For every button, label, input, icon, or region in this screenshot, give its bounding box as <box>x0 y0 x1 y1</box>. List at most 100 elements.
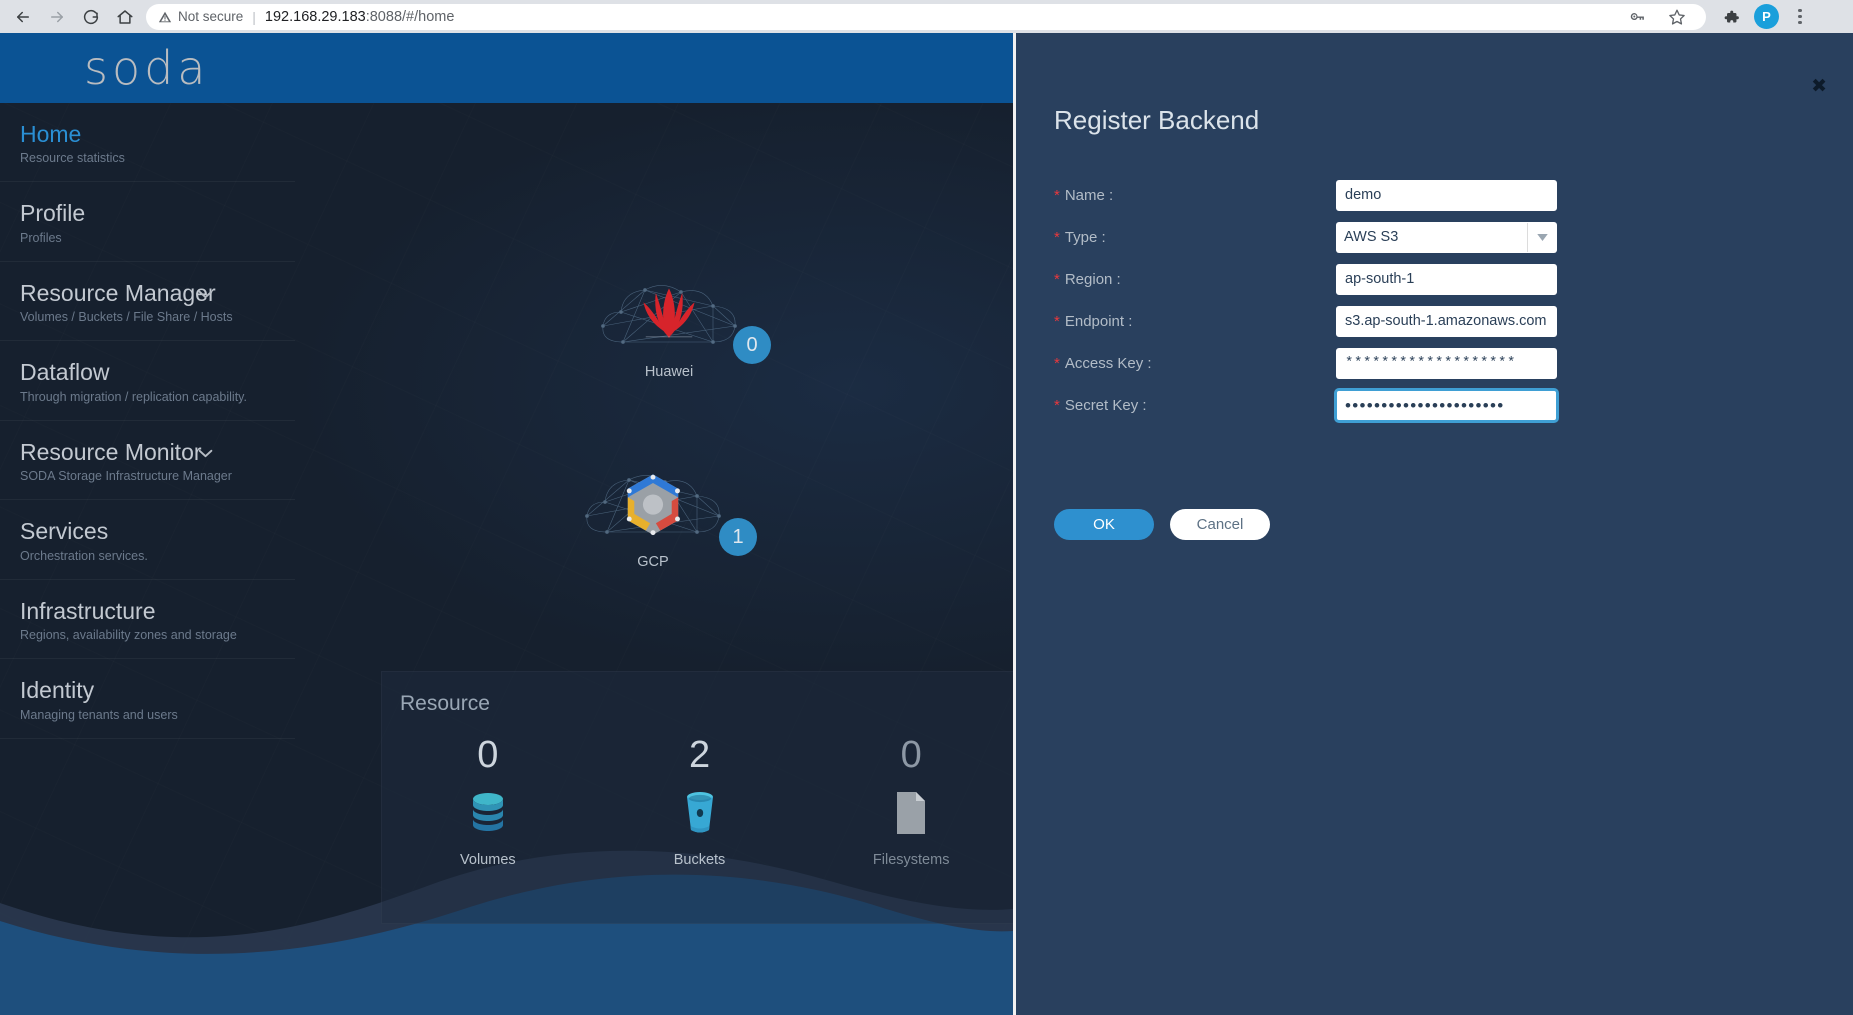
star-icon[interactable] <box>1664 4 1690 30</box>
region-input[interactable]: ap-south-1 <box>1336 263 1557 295</box>
app-header: soda <box>0 33 1013 103</box>
sidebar-item-resource-monitor[interactable]: Resource Monitor SODA Storage Infrastruc… <box>0 421 295 501</box>
arrow-left-icon <box>14 8 32 26</box>
sidebar-item-title: Identity <box>20 677 95 704</box>
form-label-endpoint: * Endpoint : <box>1016 313 1336 330</box>
ok-button[interactable]: OK <box>1054 509 1154 540</box>
address-bar[interactable]: Not secure | 192.168.29.183:8088/#/home <box>146 3 1706 30</box>
url-host: 192.168.29.183 <box>264 8 366 25</box>
type-select-value: AWS S3 <box>1344 229 1399 245</box>
cloud-label: Huawei <box>644 364 694 380</box>
form-row-name: * Name : demo <box>1016 174 1853 216</box>
field-wrap-name: demo <box>1336 179 1557 211</box>
form-label-name: * Name : <box>1016 187 1336 204</box>
name-input[interactable]: demo <box>1336 179 1557 211</box>
cloud-count-badge: 0 <box>733 326 771 364</box>
home-button[interactable] <box>110 2 140 32</box>
reload-button[interactable] <box>76 2 106 32</box>
field-wrap-secret-key: •••••••••••••••••••••• <box>1336 389 1557 421</box>
key-icon[interactable] <box>1624 4 1650 30</box>
sidebar-item-profile[interactable]: Profile Profiles <box>0 182 295 262</box>
field-label-text: Secret Key : <box>1064 396 1147 414</box>
browser-toolbar-right: P <box>1714 4 1811 30</box>
sidebar-item-subtitle: SODA Storage Infrastructure Manager <box>20 469 232 484</box>
field-label-text: Endpoint : <box>1064 312 1133 330</box>
sidebar-item-infrastructure[interactable]: Infrastructure Regions, availability zon… <box>0 580 295 660</box>
warning-triangle-icon <box>158 10 172 24</box>
required-asterisk: * <box>1054 354 1060 372</box>
resource-card-title: Resource <box>400 692 490 715</box>
form-row-region: * Region : ap-south-1 <box>1016 258 1853 300</box>
type-select[interactable]: AWS S3 <box>1336 221 1557 253</box>
close-icon[interactable]: ✖ <box>1811 77 1827 96</box>
chevron-down-icon[interactable] <box>198 287 213 302</box>
sidebar-item-home[interactable]: Home Resource statistics <box>0 103 295 183</box>
access-key-masked-value: ******************* <box>1345 355 1517 371</box>
required-asterisk: * <box>1054 312 1060 330</box>
register-backend-form: * Name : demo * Type : AWS S3 * Region:… <box>1016 174 1853 426</box>
sidebar-item-title: Infrastructure <box>20 597 156 624</box>
endpoint-input[interactable]: s3.ap-south-1.amazonaws.com <box>1336 305 1557 337</box>
puzzle-icon[interactable] <box>1718 4 1744 30</box>
resource-stat-count: 2 <box>688 734 711 776</box>
field-label-text: Type : <box>1064 228 1106 246</box>
form-label-access-key: * Access Key : <box>1016 355 1336 372</box>
resource-stat-buckets[interactable]: 2 Buckets <box>594 736 806 868</box>
profile-avatar[interactable]: P <box>1754 4 1779 29</box>
secret-key-input[interactable]: •••••••••••••••••••••• <box>1336 389 1557 421</box>
field-label-text: Access Key : <box>1064 354 1152 372</box>
required-asterisk: * <box>1054 228 1060 246</box>
field-wrap-region: ap-south-1 <box>1336 263 1557 295</box>
sidebar-item-identity[interactable]: Identity Managing tenants and users <box>0 659 295 739</box>
sidebar-item-subtitle: Managing tenants and users <box>20 707 178 722</box>
forward-button[interactable] <box>42 2 72 32</box>
field-wrap-type: AWS S3 <box>1336 221 1557 253</box>
reload-icon <box>82 8 100 26</box>
browser-nav-buttons <box>8 2 140 32</box>
security-indicator[interactable]: Not secure <box>158 9 243 24</box>
sidebar-item-services[interactable]: Services Orchestration services. <box>0 500 295 580</box>
cancel-button[interactable]: Cancel <box>1170 509 1270 540</box>
cloud-count-badge: 1 <box>719 518 757 556</box>
form-row-secret-key: * Secret Key : •••••••••••••••••••••• <box>1016 384 1853 426</box>
arrow-right-icon <box>48 8 66 26</box>
chevron-down-icon[interactable] <box>1527 222 1557 252</box>
sidebar-item-title: Services <box>20 518 109 545</box>
required-asterisk: * <box>1054 396 1060 414</box>
register-backend-panel: ✖ Register Backend * Name : demo * Type … <box>1013 33 1853 1015</box>
required-asterisk: * <box>1054 186 1060 204</box>
kebab-menu-icon[interactable] <box>1789 4 1811 30</box>
resource-stat-volumes[interactable]: 0 Volumes <box>382 736 594 868</box>
security-label: Not secure <box>178 9 244 24</box>
resource-stat-count: 0 <box>900 734 922 776</box>
sidebar-item-resource-manager[interactable]: Resource Manager Volumes / Buckets / Fil… <box>0 262 295 342</box>
database-stack-icon <box>382 786 594 840</box>
sidebar-item-dataflow[interactable]: Dataflow Through migration / replication… <box>0 341 295 421</box>
browser-toolbar: Not secure | 192.168.29.183:8088/#/home … <box>0 0 1853 33</box>
form-row-access-key: * Access Key : ******************* <box>1016 342 1853 384</box>
form-label-region: * Region : <box>1016 271 1336 288</box>
sidebar-item-title: Resource Manager <box>20 279 216 306</box>
resource-stat-label: Buckets <box>673 852 726 868</box>
resource-stats-row: 0 Volumes 2 Buckets 0 Filesystems <box>382 736 1017 868</box>
back-button[interactable] <box>8 2 38 32</box>
access-key-input[interactable]: ******************* <box>1336 347 1557 379</box>
field-label-text: Name : <box>1064 186 1114 204</box>
url-path: /#/home <box>402 8 455 25</box>
secret-key-masked-value: •••••••••••••••••••••• <box>1345 395 1505 415</box>
sidebar-item-subtitle: Resource statistics <box>20 151 125 166</box>
cloud-node-huawei[interactable]: 0 Huawei <box>589 270 771 380</box>
soda-logo[interactable]: soda <box>84 45 210 91</box>
resource-stat-count: 0 <box>477 734 499 776</box>
form-label-type: * Type : <box>1016 229 1336 246</box>
resource-stat-label: Filesystems <box>872 852 950 868</box>
sidebar-item-title: Dataflow <box>20 359 110 386</box>
huawei-logo-icon <box>643 288 695 339</box>
cloud-node-gcp[interactable]: 1 GCP <box>573 460 757 570</box>
panel-title: Register Backend <box>1054 105 1260 135</box>
chevron-down-icon[interactable] <box>198 446 213 461</box>
resource-stat-label: Volumes <box>460 852 516 868</box>
field-wrap-endpoint: s3.ap-south-1.amazonaws.com <box>1336 305 1557 337</box>
app-viewport: soda Home Resource statistics Profile Pr… <box>0 33 1853 1015</box>
resource-stat-filesystems[interactable]: 0 Filesystems <box>805 736 1017 868</box>
